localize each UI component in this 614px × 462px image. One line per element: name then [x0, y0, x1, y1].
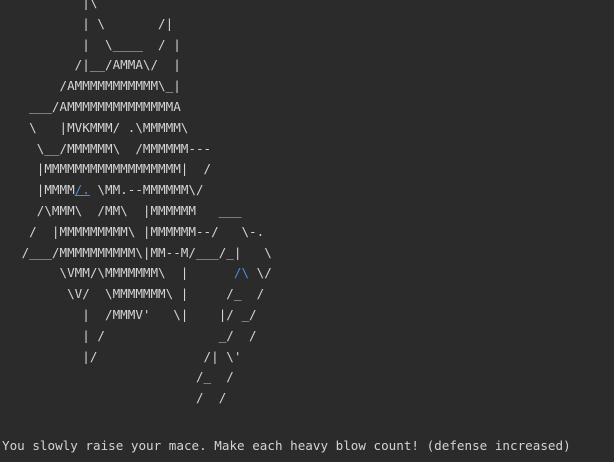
ascii-art-segment: |/ /| \': [14, 348, 242, 364]
ascii-art-segment: ___/AMMMMMMMMMMMMMMA: [14, 98, 181, 114]
ascii-art-line: /AMMMMMMMMMMM\_|: [14, 76, 272, 97]
ascii-art-segment: /AMMMMMMMMMMM\_|: [14, 78, 181, 94]
ascii-art-segment: /___/MMMMMMMMMM\|MM--M/___/_| \: [14, 244, 272, 260]
ascii-art-line: ___/AMMMMMMMMMMMMMMA: [14, 97, 272, 118]
ascii-art-segment: / |MMMMMMMMM\ |MMMMMM--/ \-.: [14, 223, 265, 239]
ascii-art-line: | \ /|: [14, 14, 272, 35]
ascii-art-segment: | / _/ /: [14, 327, 257, 343]
ascii-art-segment: |\: [14, 0, 98, 10]
terminal-window[interactable]: |\ | \ /| | \____ / | /|__/AMMA\/ | /AMM…: [0, 0, 614, 462]
ascii-art-segment: / /: [14, 390, 227, 406]
ascii-art-segment: \MM.--MMMMMM\/: [89, 182, 204, 198]
ascii-art-line: /___/MMMMMMMMMM\|MM--M/___/_| \: [14, 243, 272, 264]
ascii-art-line: | / _/ /: [14, 326, 272, 347]
ascii-art-line: \VMM/\MMMMMMM\ | /\ \/: [14, 263, 272, 284]
ascii-art-line: / /: [14, 388, 272, 409]
ascii-art-segment: |MMMM: [14, 182, 75, 198]
ascii-art-line: \ |MVKMMM/ .\MMMMM\: [14, 118, 272, 139]
ascii-art-line: |/ /| \': [14, 347, 272, 368]
ascii-art-line: | /MMMV' \| |/ _/: [14, 305, 272, 326]
ascii-art-line: |MMMM/. \MM.--MMMMMM\/: [14, 180, 272, 201]
ascii-art-segment: \VMM/\MMMMMMM\ |: [14, 265, 234, 281]
ascii-art-line: /|__/AMMA\/ |: [14, 55, 272, 76]
ascii-art-line: |MMMMMMMMMMMMMMMMMM| /: [14, 159, 272, 180]
ascii-art-line: \__/MMMMMM\ /MMMMMM---: [14, 139, 272, 160]
ascii-art-line: /\MMM\ /MM\ |MMMMMM ___: [14, 201, 272, 222]
ascii-art-line: |\: [14, 0, 272, 14]
ascii-art-segment: /|__/AMMA\/ |: [14, 57, 181, 73]
ascii-art-line: /_ /: [14, 367, 272, 388]
status-message: You slowly raise your mace. Make each he…: [2, 438, 571, 453]
ascii-art-highlight: /.: [74, 182, 90, 198]
ascii-art-segment: \ |MVKMMM/ .\MMMMM\: [14, 119, 189, 135]
ascii-art-line: \V/ \MMMMMMM\ | /_ /: [14, 284, 272, 305]
ascii-art-segment: \/: [249, 265, 272, 281]
ascii-art-line: | \____ / |: [14, 35, 272, 56]
ascii-art-segment: \__/MMMMMM\ /MMMMMM---: [14, 140, 212, 156]
ascii-art-segment: | \____ / |: [14, 36, 181, 52]
ascii-art-segment: /\MMM\ /MM\ |MMMMMM ___: [14, 202, 242, 218]
ascii-art-knight: |\ | \ /| | \____ / | /|__/AMMA\/ | /AMM…: [14, 0, 272, 409]
ascii-art-segment: | /MMMV' \| |/ _/: [14, 306, 257, 322]
ascii-art-line: / |MMMMMMMMM\ |MMMMMM--/ \-.: [14, 222, 272, 243]
ascii-art-segment: \V/ \MMMMMMM\ | /_ /: [14, 286, 265, 302]
ascii-art-segment: |MMMMMMMMMMMMMMMMMM| /: [14, 161, 212, 177]
ascii-art-segment: | \ /|: [14, 15, 174, 31]
ascii-art-highlight: /\: [233, 265, 250, 281]
ascii-art-segment: /_ /: [14, 369, 234, 385]
